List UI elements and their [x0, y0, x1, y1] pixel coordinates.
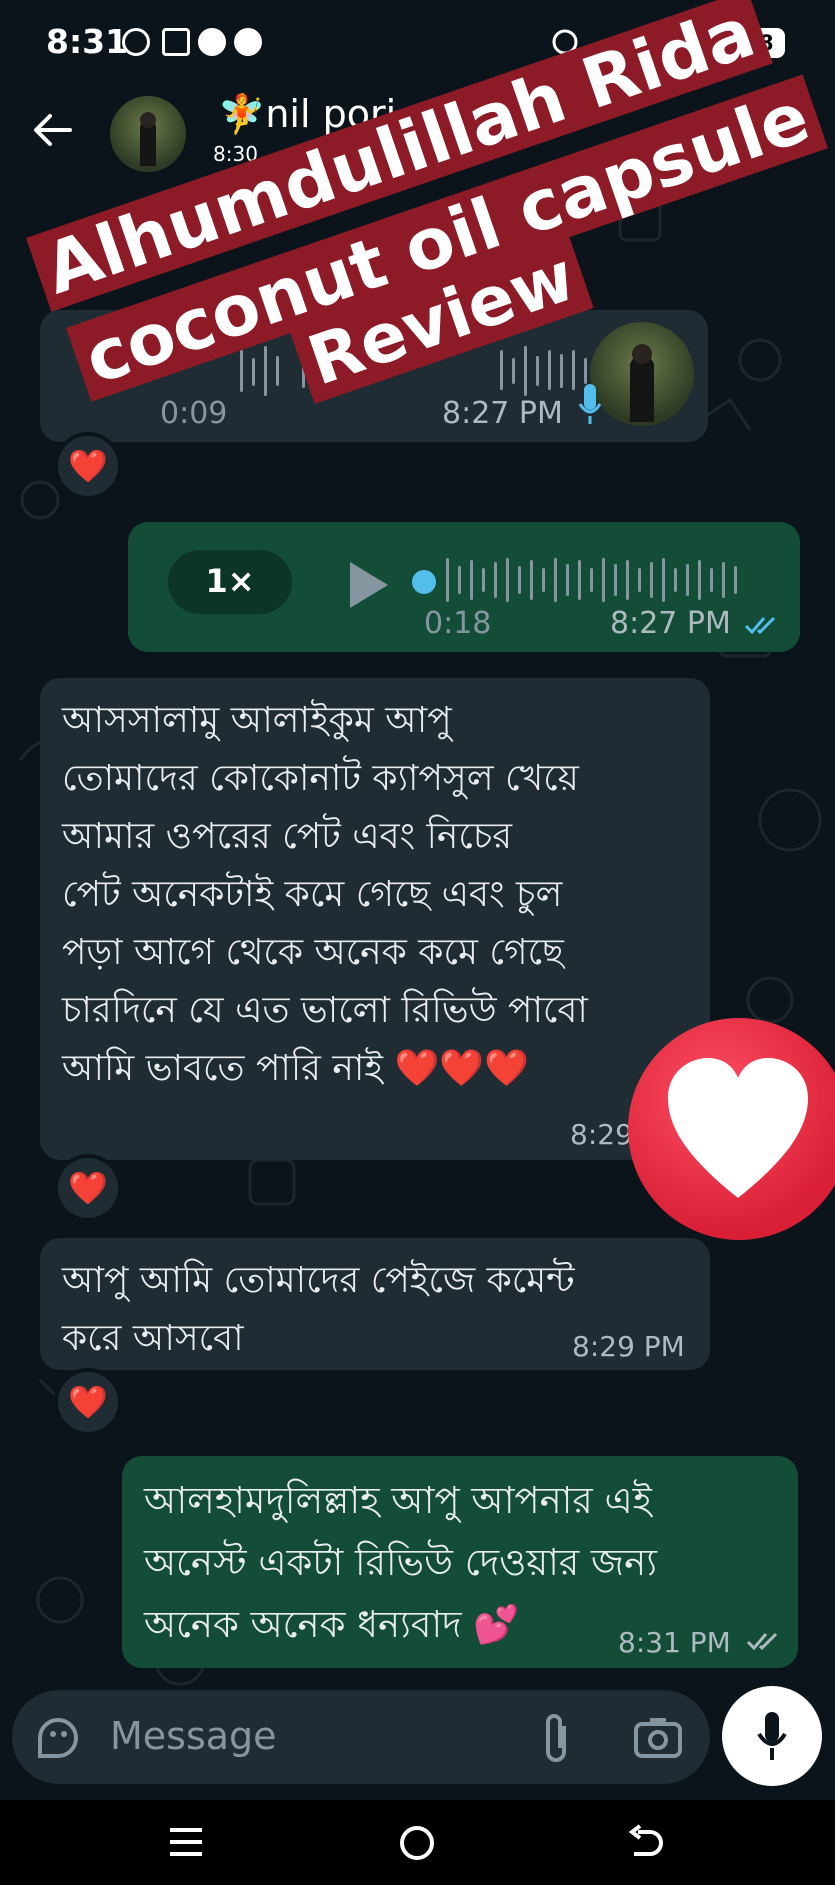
message-reaction[interactable]: ❤️	[54, 1154, 122, 1222]
messenger-icon	[234, 28, 262, 56]
read-ticks-icon	[744, 616, 776, 635]
message-text: আলহামদুলিল্লাহ আপু আপনার এই অনেস্ট একটা …	[144, 1479, 657, 1646]
contact-avatar[interactable]	[110, 96, 186, 172]
playback-scrubber[interactable]	[412, 570, 436, 594]
message-reaction[interactable]: ❤️	[54, 1368, 122, 1436]
message-input[interactable]: Message	[110, 1714, 277, 1758]
attach-icon[interactable]	[542, 1712, 572, 1764]
sticker-icon[interactable]	[34, 1714, 82, 1762]
system-nav-bar	[0, 1800, 835, 1885]
message-time: 8:29	[570, 1118, 633, 1151]
playback-speed-button[interactable]: 1×	[168, 550, 292, 614]
message-time: 8:31 PM	[618, 1626, 731, 1659]
sender-avatar	[590, 322, 694, 426]
message-time: 8:27 PM	[442, 396, 563, 431]
nav-home-icon[interactable]	[398, 1824, 436, 1862]
voice-duration: 0:18	[424, 606, 492, 641]
incoming-text-message[interactable]: আসসালামু আলাইকুম আপু তোমাদের কোকোনাট ক্য…	[40, 678, 710, 1160]
facebook-icon	[198, 28, 226, 56]
message-composer[interactable]: Message	[12, 1690, 710, 1784]
status-time: 8:31	[46, 22, 129, 61]
voice-record-button[interactable]	[722, 1686, 822, 1786]
back-arrow-icon[interactable]	[30, 108, 74, 152]
read-ticks-icon	[746, 1632, 778, 1651]
outgoing-voice-message[interactable]: 1× 0:18 8:27 PM	[128, 522, 800, 652]
camera-icon[interactable]	[634, 1716, 682, 1758]
message-time: 8:29 PM	[572, 1330, 685, 1363]
sim-icon	[162, 28, 190, 56]
outgoing-text-message[interactable]: আলহামদুলিল্লাহ আপু আপনার এই অনেস্ট একটা …	[122, 1456, 798, 1668]
play-protect-icon	[122, 28, 150, 56]
message-text: আসসালামু আলাইকুম আপু তোমাদের কোকোনাট ক্য…	[62, 700, 588, 1089]
message-text: আপু আমি তোমাদের পেইজে কমেন্ট করে আসবো	[62, 1260, 575, 1359]
heart-overlay-icon	[628, 1018, 835, 1240]
chat-screen: 8:31 48 🧚nil pori 8:30	[0, 0, 835, 1885]
message-reaction[interactable]: ❤️	[54, 432, 122, 500]
mic-icon	[757, 1712, 787, 1760]
mic-icon	[578, 384, 602, 424]
play-icon[interactable]	[346, 560, 390, 610]
incoming-text-message[interactable]: আপু আমি তোমাদের পেইজে কমেন্ট করে আসবো 8:…	[40, 1238, 710, 1370]
nav-back-icon[interactable]	[628, 1824, 664, 1860]
voice-duration: 0:09	[160, 396, 228, 431]
message-time: 8:27 PM	[610, 606, 731, 641]
nav-menu-icon[interactable]	[168, 1826, 204, 1858]
